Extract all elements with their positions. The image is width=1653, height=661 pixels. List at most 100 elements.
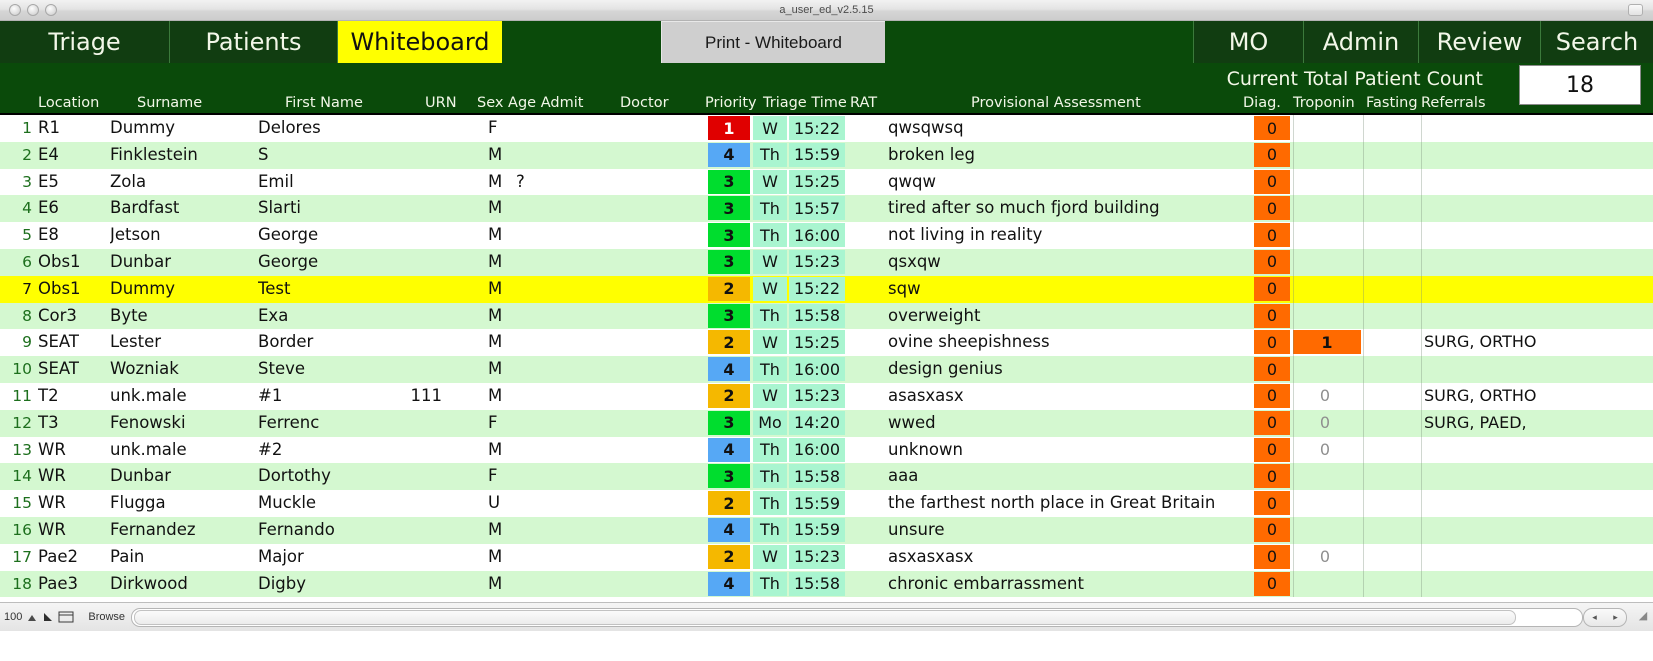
cell-triage-time[interactable]: 15:23	[789, 249, 845, 274]
cell-doctor[interactable]	[600, 303, 690, 330]
cell-triage-time[interactable]: 15:25	[789, 169, 845, 194]
cell-urn[interactable]	[390, 303, 442, 330]
cell-provisional-assessment[interactable]: chronic embarrassment	[888, 571, 1233, 598]
cell-admit[interactable]	[548, 329, 588, 356]
cell-age[interactable]	[516, 490, 542, 517]
cell-triage-time[interactable]: 15:22	[789, 276, 845, 301]
cell-diag-badge[interactable]: 0	[1254, 410, 1290, 435]
cell-first-name[interactable]: George	[258, 249, 408, 276]
cell-troponin[interactable]: 1	[1293, 330, 1361, 355]
cell-triage-time[interactable]: 15:23	[789, 383, 845, 408]
cell-sex[interactable]: M	[488, 544, 510, 571]
row-number[interactable]: 13	[4, 437, 32, 464]
cell-referrals[interactable]	[1424, 463, 1653, 490]
row-number[interactable]: 3	[4, 169, 32, 196]
cell-first-name[interactable]: Major	[258, 544, 408, 571]
cell-provisional-assessment[interactable]: unsure	[888, 517, 1233, 544]
cell-diag-badge[interactable]: 0	[1254, 142, 1290, 167]
cell-sex[interactable]: F	[488, 463, 510, 490]
cell-first-name[interactable]: George	[258, 222, 408, 249]
cell-priority-badge[interactable]: 4	[708, 571, 750, 596]
cell-urn[interactable]	[390, 356, 442, 383]
cell-priority-badge[interactable]: 2	[708, 491, 750, 516]
cell-diag-badge[interactable]: 0	[1254, 196, 1290, 221]
cell-age[interactable]	[516, 276, 542, 303]
cell-first-name[interactable]: Test	[258, 276, 408, 303]
table-row[interactable]: 2 E4 Finklestein S M 4 Th 15:59 broken leg 0	[0, 141, 1653, 169]
cell-admit[interactable]	[548, 169, 588, 196]
cell-triage-time[interactable]: 16:00	[789, 223, 845, 248]
cell-triage-day[interactable]: W	[753, 544, 787, 569]
table-row[interactable]: 8 Cor3 Byte Exa M 3 Th 15:58 overweight 0	[0, 302, 1653, 330]
cell-surname[interactable]: Pain	[110, 544, 270, 571]
cell-referrals[interactable]	[1424, 303, 1653, 330]
cell-sex[interactable]: F	[488, 115, 510, 142]
cell-diag-badge[interactable]: 0	[1254, 571, 1290, 596]
table-row[interactable]: 7 Obs1 Dummy Test M 2 W 15:22 sqw 0	[0, 275, 1653, 303]
cell-surname[interactable]: Wozniak	[110, 356, 270, 383]
cell-age[interactable]	[516, 115, 542, 142]
cell-sex[interactable]: M	[488, 249, 510, 276]
cell-urn[interactable]	[390, 249, 442, 276]
row-number[interactable]: 9	[4, 329, 32, 356]
cell-sex[interactable]: M	[488, 303, 510, 330]
cell-triage-time[interactable]: 15:22	[789, 116, 845, 140]
cell-age[interactable]	[516, 356, 542, 383]
table-row[interactable]: 14 WR Dunbar Dortothy F 3 Th 15:58 aaa 0	[0, 463, 1653, 491]
cell-age[interactable]	[516, 303, 542, 330]
cell-priority-badge[interactable]: 2	[708, 383, 750, 408]
cell-surname[interactable]: Flugga	[110, 490, 270, 517]
cell-triage-day[interactable]: Th	[753, 491, 787, 516]
cell-admit[interactable]	[548, 571, 588, 598]
cell-triage-day[interactable]: Th	[753, 196, 787, 221]
cell-sex[interactable]: M	[488, 517, 510, 544]
status-mode-label[interactable]: Browse	[88, 611, 125, 623]
cell-priority-badge[interactable]: 3	[708, 303, 750, 328]
cell-surname[interactable]: Fenowski	[110, 410, 270, 437]
cell-sex[interactable]: M	[488, 356, 510, 383]
cell-doctor[interactable]	[600, 249, 690, 276]
cell-diag-badge[interactable]: 0	[1254, 437, 1290, 462]
cell-provisional-assessment[interactable]: asxasxasx	[888, 544, 1233, 571]
table-row[interactable]: 6 Obs1 Dunbar George M 3 W 15:23 qsxqw 0	[0, 248, 1653, 276]
cell-doctor[interactable]	[600, 142, 690, 169]
cell-triage-day[interactable]: Mo	[753, 410, 787, 435]
cell-priority-badge[interactable]: 2	[708, 330, 750, 355]
row-number[interactable]: 14	[4, 463, 32, 490]
cell-referrals[interactable]	[1424, 276, 1653, 303]
cell-triage-time[interactable]: 15:25	[789, 330, 845, 355]
table-row[interactable]: 12 T3 Fenowski Ferrenc F 3 Mo 14:20 wwed 0 0 SURG, …	[0, 409, 1653, 437]
row-number[interactable]: 6	[4, 249, 32, 276]
cell-doctor[interactable]	[600, 437, 690, 464]
cell-sex[interactable]: M	[488, 222, 510, 249]
cell-priority-badge[interactable]: 3	[708, 169, 750, 194]
cell-admit[interactable]	[548, 544, 588, 571]
cell-first-name[interactable]: Delores	[258, 115, 408, 142]
cell-triage-day[interactable]: W	[753, 169, 787, 194]
column-header-location[interactable]: Location	[38, 95, 99, 111]
row-number[interactable]: 16	[4, 517, 32, 544]
cell-sex[interactable]: M	[488, 571, 510, 598]
cell-referrals[interactable]	[1424, 195, 1653, 222]
cell-diag-badge[interactable]: 0	[1254, 491, 1290, 516]
cell-referrals[interactable]	[1424, 490, 1653, 517]
cell-admit[interactable]	[548, 383, 588, 410]
cell-surname[interactable]: Dunbar	[110, 463, 270, 490]
zoom-level-label[interactable]: 100	[4, 611, 22, 623]
cell-first-name[interactable]: Exa	[258, 303, 408, 330]
table-row[interactable]: 1 R1 Dummy Delores F 1 W 15:22 qwsqwsq 0	[0, 115, 1653, 142]
column-header-diag[interactable]: Diag.	[1243, 95, 1281, 111]
cell-referrals[interactable]	[1424, 544, 1653, 571]
horizontal-scrollbar[interactable]	[131, 608, 1583, 627]
cell-urn[interactable]	[390, 571, 442, 598]
cell-urn[interactable]: 111	[390, 383, 443, 410]
cell-admit[interactable]	[548, 410, 588, 437]
cell-admit[interactable]	[548, 356, 588, 383]
cell-sex[interactable]: M	[488, 169, 510, 196]
cell-triage-time[interactable]: 15:59	[789, 517, 845, 542]
cell-doctor[interactable]	[600, 383, 690, 410]
cell-provisional-assessment[interactable]: aaa	[888, 463, 1233, 490]
cell-provisional-assessment[interactable]: ovine sheepishness	[888, 329, 1233, 356]
cell-first-name[interactable]: Digby	[258, 571, 408, 598]
cell-first-name[interactable]: Fernando	[258, 517, 408, 544]
